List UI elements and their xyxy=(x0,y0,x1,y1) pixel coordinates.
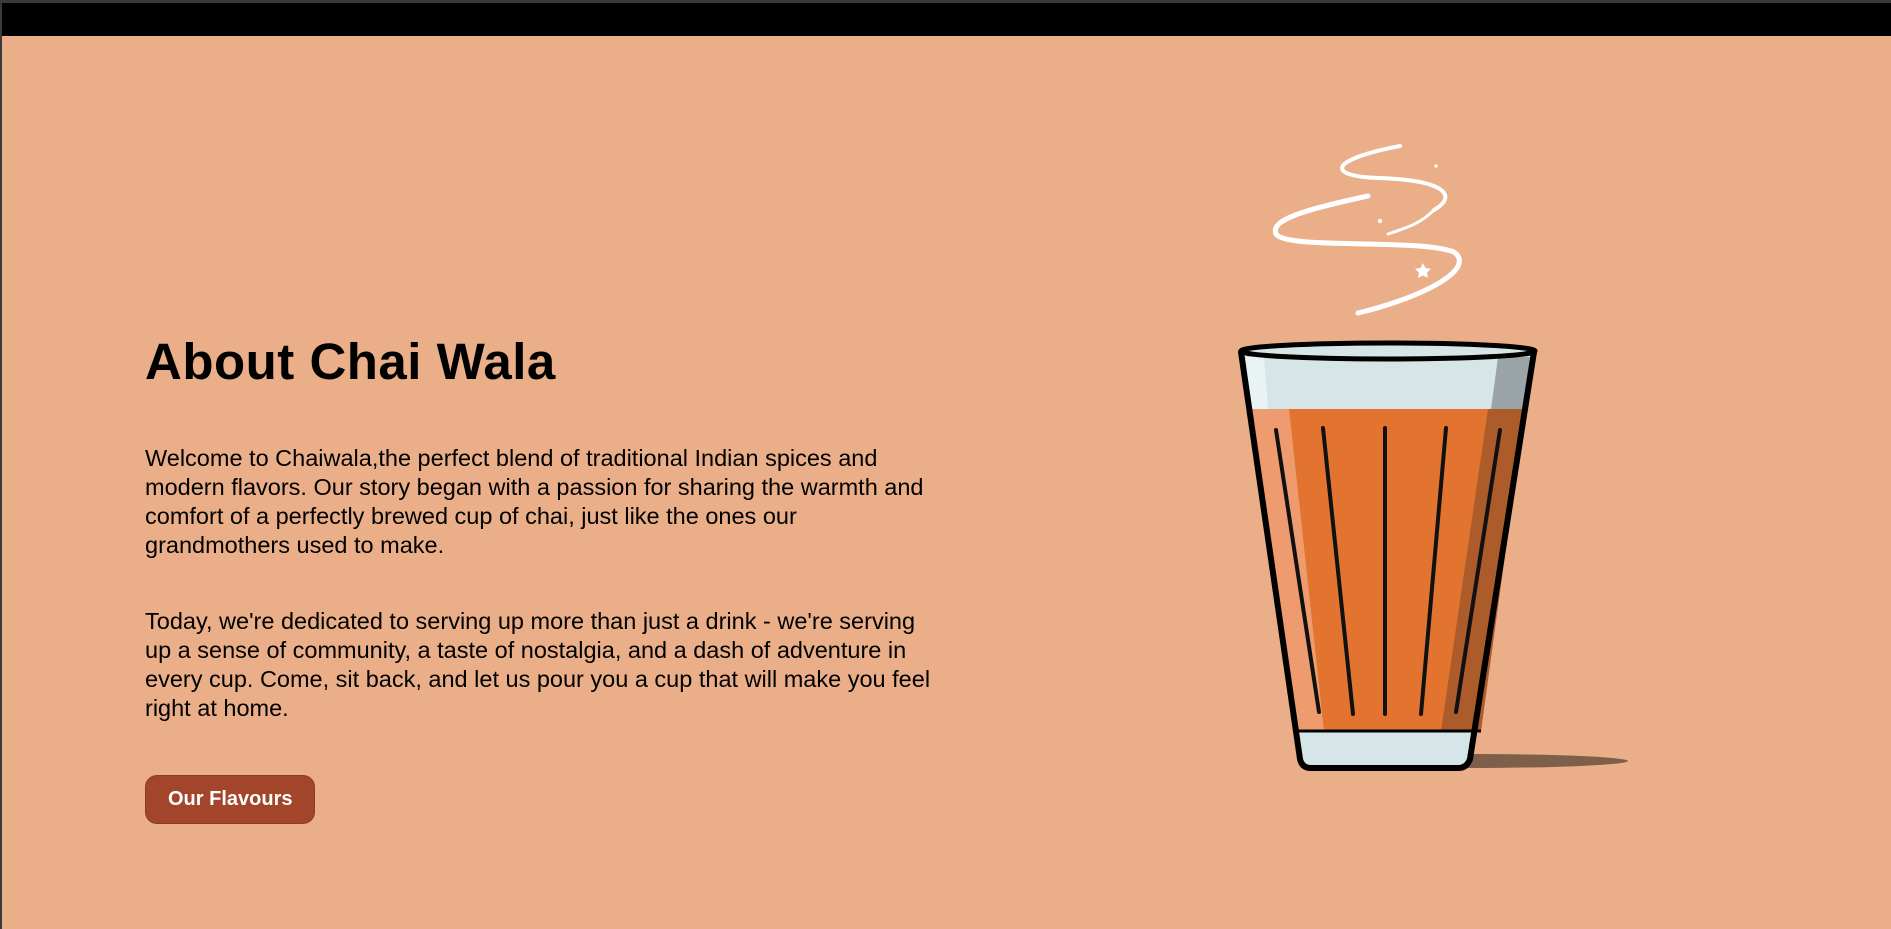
page-title: About Chai Wala xyxy=(145,333,556,390)
about-section: About Chai Wala Welcome to Chaiwala,the … xyxy=(145,333,945,824)
top-bar xyxy=(2,3,1891,36)
chai-illustration xyxy=(1208,138,1638,778)
about-paragraph-intro: Welcome to Chaiwala,the perfect blend of… xyxy=(145,445,924,558)
browser-viewport: About Chai Wala Welcome to Chaiwala,the … xyxy=(2,3,1891,929)
our-flavours-button[interactable]: Our Flavours xyxy=(145,775,316,824)
steam-icon xyxy=(1272,144,1462,316)
chai-glass-icon xyxy=(1238,144,1628,771)
about-paragraph-community: Today, we're dedicated to serving up mor… xyxy=(145,608,931,721)
